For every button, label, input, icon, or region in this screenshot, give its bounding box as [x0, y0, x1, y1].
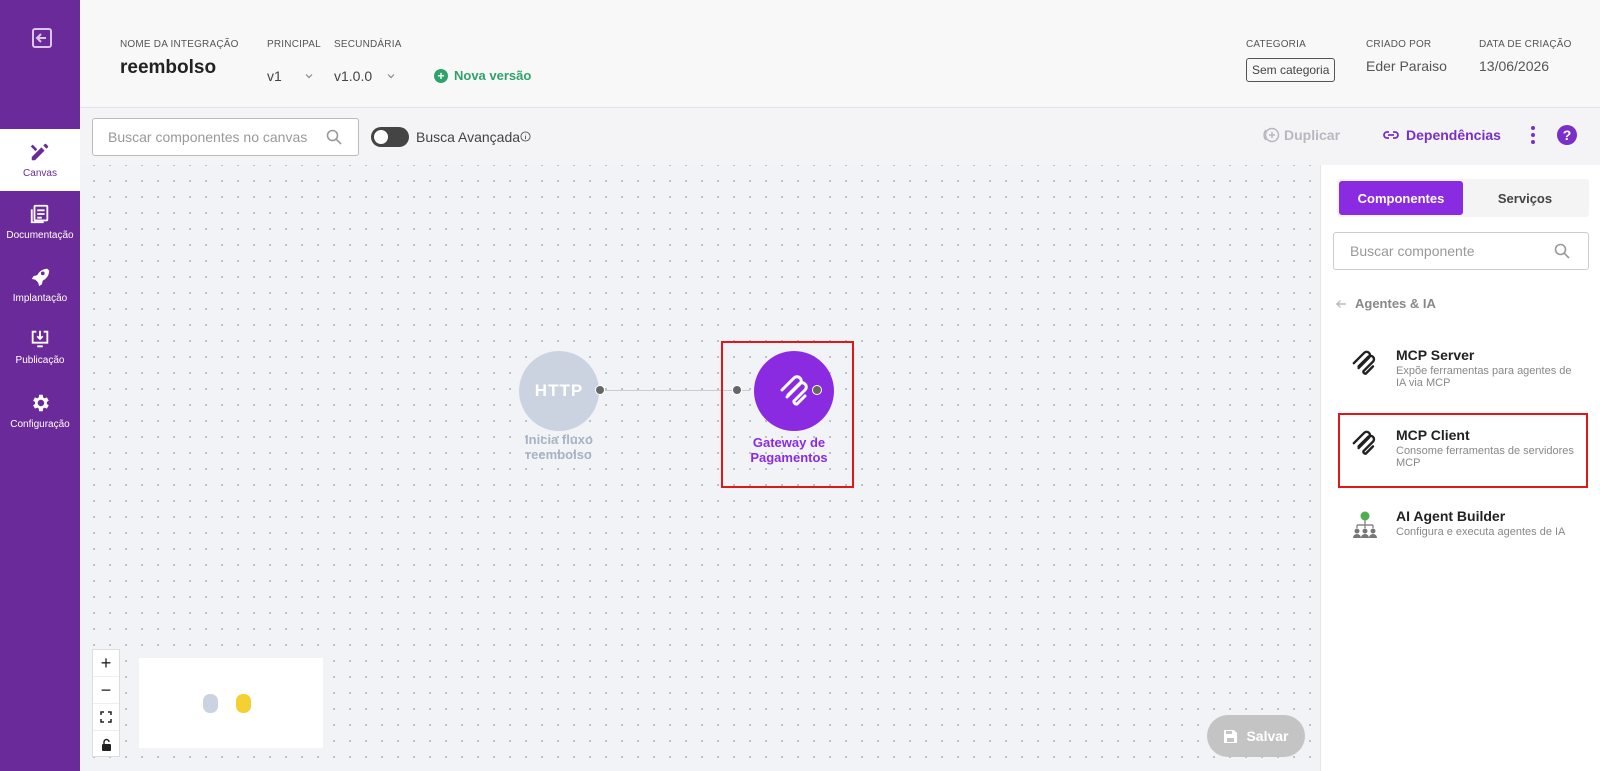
- integration-name: reembolso: [120, 57, 217, 78]
- publish-icon: [31, 330, 49, 348]
- sidebar-item-canvas[interactable]: Canvas: [0, 129, 80, 191]
- category-breadcrumb[interactable]: Agentes & IA: [1335, 296, 1436, 311]
- toggle-knob: [374, 130, 388, 144]
- save-icon: [1224, 729, 1238, 743]
- tab-componentes[interactable]: Componentes: [1339, 181, 1463, 215]
- lock-icon: [101, 738, 111, 751]
- integration-name-label: NOME DA INTEGRAÇÃO: [120, 39, 239, 50]
- panel-tabs: Componentes Serviços: [1337, 179, 1589, 217]
- link-icon: [1383, 131, 1399, 139]
- advanced-search-label: Busca Avançada: [416, 129, 521, 145]
- new-version-label: Nova versão: [454, 68, 532, 83]
- component-title: MCP Server: [1396, 347, 1475, 363]
- http-node-label: HTTP: [534, 381, 584, 400]
- principal-value: v1: [267, 68, 282, 84]
- save-label: Salvar: [1246, 728, 1289, 744]
- info-icon[interactable]: [520, 131, 531, 142]
- component-search: [1333, 232, 1589, 270]
- chevron-down-icon: [305, 74, 313, 79]
- component-search-input[interactable]: [1350, 233, 1550, 269]
- criado-por-label: CRIADO POR: [1366, 39, 1432, 50]
- save-button[interactable]: Salvar: [1207, 715, 1305, 757]
- component-description: Expõe ferramentas para agentes de IA via…: [1396, 365, 1572, 389]
- ai-agent-icon: [1353, 511, 1377, 538]
- component-title: AI Agent Builder: [1396, 508, 1506, 524]
- canvas-icon: [30, 143, 49, 161]
- rocket-icon: [31, 268, 50, 287]
- sidebar-item-label: Publicação: [15, 355, 65, 366]
- chevron-down-icon: [387, 74, 395, 79]
- component-description: Configura e executa agentes de IA: [1396, 526, 1566, 538]
- secundaria-value: v1.0.0: [334, 68, 373, 84]
- selected-component-highlight: [1338, 413, 1588, 488]
- duplicate-label: Duplicar: [1284, 127, 1341, 143]
- caption-line: Inicia fluxo: [525, 432, 593, 447]
- selected-node-highlight: [721, 341, 854, 488]
- tab-servicos[interactable]: Serviços: [1463, 181, 1587, 215]
- criado-por-value: Eder Paraiso: [1366, 58, 1447, 74]
- duplicate-icon: [1263, 127, 1280, 143]
- fit-view-button[interactable]: [93, 704, 119, 731]
- zoom-controls: + −: [92, 649, 120, 757]
- sidebar-item-documentacao[interactable]: Documentação: [0, 191, 80, 253]
- caption-line: reembolso: [526, 447, 592, 462]
- http-node-caption: Inicia fluxo reembolso: [499, 432, 619, 462]
- integration-header: NOME DA INTEGRAÇÃO reembolso PRINCIPAL v…: [80, 0, 1600, 108]
- more-vertical-icon[interactable]: [1529, 125, 1537, 145]
- canvas-search: [92, 118, 359, 156]
- minimap-node: [203, 694, 218, 713]
- search-icon: [1554, 243, 1570, 259]
- search-icon: [326, 129, 342, 145]
- minimap[interactable]: [139, 658, 323, 748]
- exit-icon[interactable]: [30, 26, 54, 50]
- gear-icon: [33, 394, 49, 412]
- docs-icon: [30, 204, 49, 224]
- http-output-port[interactable]: [595, 385, 605, 395]
- secundaria-select[interactable]: v1.0.0: [334, 68, 396, 84]
- help-button[interactable]: ?: [1557, 125, 1577, 145]
- data-criacao-label: DATA DE CRIAÇÃO: [1479, 39, 1572, 50]
- new-version-button[interactable]: + Nova versão: [434, 68, 531, 83]
- minimap-node: [236, 694, 251, 713]
- component-item-ai-agent-builder[interactable]: AI Agent Builder Configura e executa age…: [1337, 501, 1587, 571]
- plus-circle-icon: +: [434, 68, 448, 83]
- duplicate-button[interactable]: Duplicar: [1262, 126, 1340, 144]
- categoria-label: CATEGORIA: [1246, 39, 1306, 50]
- data-criacao-value: 13/06/2026: [1479, 58, 1550, 74]
- sidebar-item-label: Implantação: [12, 293, 68, 304]
- advanced-search-toggle[interactable]: [371, 127, 409, 147]
- lock-button[interactable]: [93, 731, 119, 758]
- principal-label: PRINCIPAL: [267, 39, 321, 50]
- zoom-out-button[interactable]: −: [93, 677, 119, 704]
- sidebar-item-publicacao[interactable]: Publicação: [0, 316, 80, 378]
- mcp-icon: [1352, 350, 1376, 375]
- sidebar: Canvas Documentação Implantação Publicaç…: [0, 0, 80, 771]
- category-badge[interactable]: Sem categoria: [1246, 58, 1336, 82]
- http-node[interactable]: HTTP: [519, 351, 599, 431]
- dependencies-label: Dependências: [1406, 127, 1501, 143]
- component-item-mcp-server[interactable]: MCP Server Expõe ferramentas para agente…: [1337, 340, 1587, 410]
- canvas-search-input[interactable]: [108, 119, 323, 155]
- dependencies-button[interactable]: Dependências: [1382, 126, 1501, 144]
- sidebar-item-configuracao[interactable]: Configuração: [0, 380, 80, 442]
- breadcrumb-label: Agentes & IA: [1355, 296, 1436, 311]
- sidebar-item-label: Documentação: [6, 230, 74, 241]
- sidebar-item-label: Configuração: [10, 419, 70, 430]
- flow-canvas[interactable]: HTTP Inicia fluxo reembolso Gateway de P…: [80, 165, 1320, 771]
- sidebar-item-implantacao[interactable]: Implantação: [0, 254, 80, 316]
- arrow-left-icon: [1336, 299, 1346, 308]
- principal-select[interactable]: v1: [267, 68, 314, 84]
- secundaria-label: SECUNDÁRIA: [334, 39, 402, 50]
- zoom-in-button[interactable]: +: [93, 650, 119, 677]
- fit-view-icon: [100, 711, 112, 723]
- canvas-toolbar: Busca Avançada Duplicar Dependências ?: [80, 109, 1600, 165]
- sidebar-item-label: Canvas: [23, 168, 57, 179]
